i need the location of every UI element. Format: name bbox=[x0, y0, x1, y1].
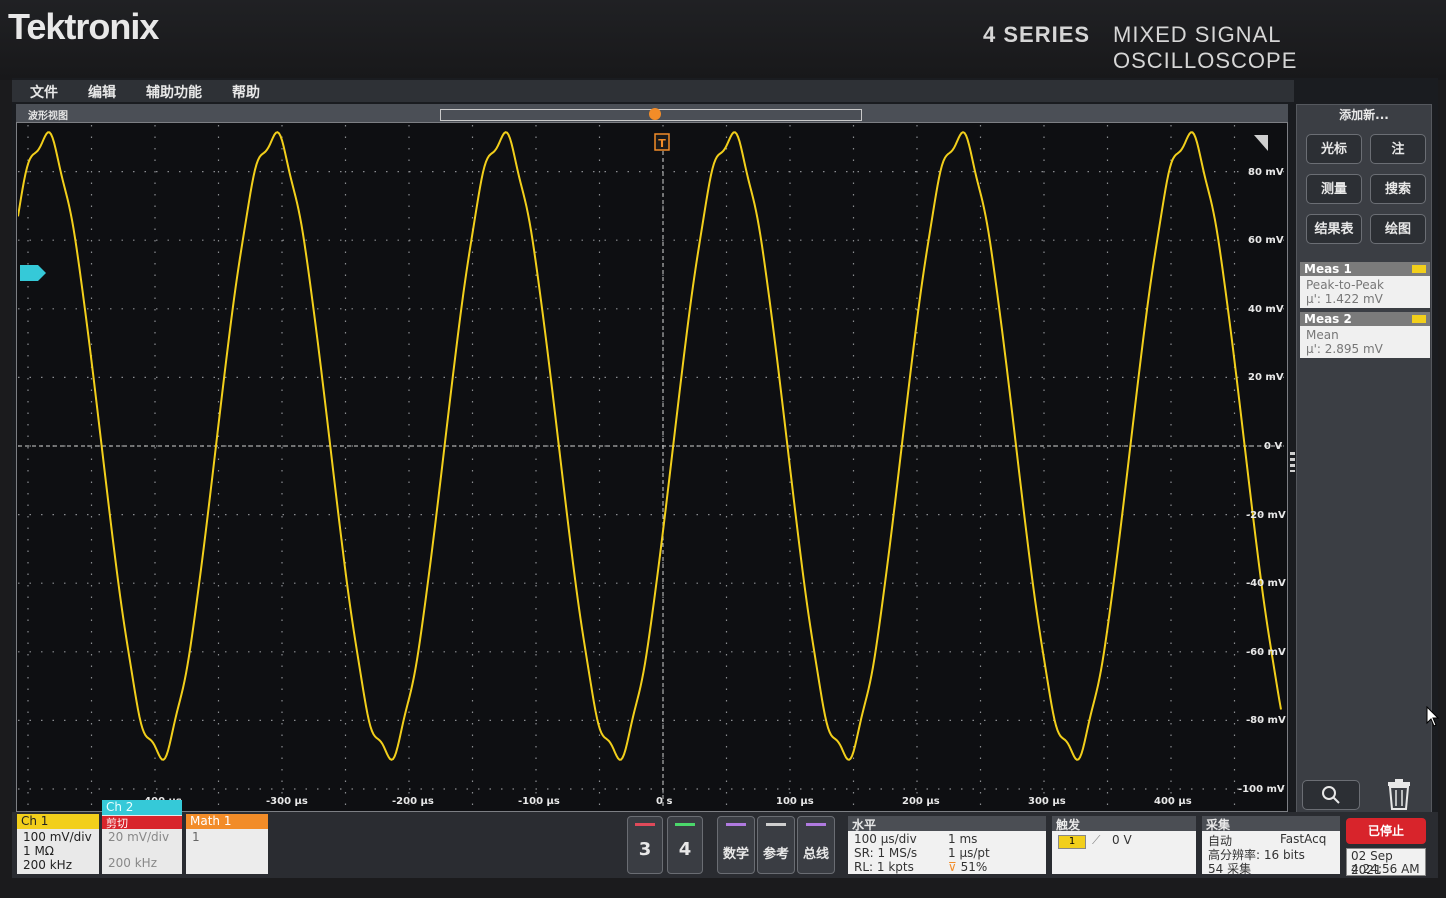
acquisition-count: 54 采集 bbox=[1208, 862, 1252, 876]
measure-button[interactable]: 测量 bbox=[1306, 174, 1362, 204]
math1-label: Math 1 bbox=[190, 814, 232, 828]
meas-1-badge[interactable]: Meas 1 Peak-to-Peak μ': 1.422 mV bbox=[1300, 262, 1430, 308]
date-time-badge[interactable]: 02 Sep 2021 4:24:56 AM bbox=[1346, 848, 1426, 877]
acquisition-badge[interactable]: 采集 自动 FastAcq 高分辨率: 16 bits 54 采集 bbox=[1202, 816, 1340, 876]
math1-badge[interactable]: Math 1 1 bbox=[186, 814, 268, 874]
trigger-position-icon bbox=[649, 108, 661, 120]
x-label-m200: -200 µs bbox=[392, 796, 434, 807]
graticule bbox=[18, 125, 1284, 809]
zoom-corner-icon[interactable] bbox=[1254, 135, 1268, 151]
ch4-button[interactable]: 4 bbox=[667, 816, 703, 874]
ch2-clipping-strip: 剪切 bbox=[102, 816, 182, 830]
horizontal-sample-rate: SR: 1 MS/s bbox=[854, 846, 918, 860]
horizontal-scale: 100 µs/div bbox=[854, 832, 917, 846]
menu-bar bbox=[12, 80, 1294, 102]
time: 4:24:56 AM bbox=[1351, 862, 1420, 876]
ch1-bandwidth: 200 kHz bbox=[23, 858, 72, 872]
meas-1-name: Meas 1 bbox=[1304, 262, 1352, 276]
trigger-level: 0 V bbox=[1112, 833, 1132, 847]
meas-2-type: Mean bbox=[1306, 328, 1339, 342]
ch1-label: Ch 1 bbox=[21, 814, 49, 828]
horizontal-time-per-point: 1 µs/pt bbox=[948, 846, 990, 860]
horizontal-position: ⊽ 51% bbox=[948, 860, 988, 874]
meas-1-type: Peak-to-Peak bbox=[1306, 278, 1384, 292]
brand-logo: Tektronix bbox=[8, 6, 159, 47]
product-label: MIXED SIGNAL OSCILLOSCOPE bbox=[1113, 22, 1298, 73]
acquisition-fastacq: FastAcq bbox=[1280, 832, 1327, 846]
ch2-status: 剪切 bbox=[106, 817, 128, 830]
trash-button[interactable] bbox=[1382, 778, 1416, 812]
results-table-button[interactable]: 结果表 bbox=[1306, 214, 1362, 244]
plot-button[interactable]: 绘图 bbox=[1370, 214, 1426, 244]
menu-file[interactable]: 文件 bbox=[30, 82, 58, 102]
menu-edit[interactable]: 编辑 bbox=[88, 82, 116, 102]
x-label-m100: -100 µs bbox=[518, 796, 560, 807]
menu-utility[interactable]: 辅助功能 bbox=[146, 82, 202, 102]
waveform-plot[interactable]: T bbox=[18, 125, 1284, 809]
meas-1-color-swatch bbox=[1412, 265, 1426, 273]
trash-icon bbox=[1388, 779, 1410, 810]
panel-resize-handle-icon[interactable] bbox=[1290, 452, 1295, 472]
bus-button[interactable]: 总线 bbox=[797, 816, 835, 874]
meas-2-name: Meas 2 bbox=[1304, 312, 1352, 326]
ch2-scale: 20 mV/div bbox=[108, 830, 170, 844]
y-label-20: 20 mV bbox=[1248, 372, 1284, 383]
mouse-cursor-icon bbox=[1426, 705, 1440, 732]
x-label-100: 100 µs bbox=[776, 796, 814, 807]
math-button[interactable]: 数学 bbox=[717, 816, 755, 874]
trigger-source: 1 bbox=[1058, 835, 1086, 849]
y-label-m60: -60 mV bbox=[1246, 647, 1286, 658]
ch1-impedance: 1 MΩ bbox=[23, 844, 54, 858]
horizontal-title: 水平 bbox=[852, 818, 877, 832]
results-panel bbox=[1296, 104, 1432, 822]
note-button[interactable]: 注 bbox=[1370, 134, 1426, 164]
zoom-magnifier-icon bbox=[1322, 786, 1340, 804]
y-label-80: 80 mV bbox=[1248, 167, 1284, 178]
trigger-t-icon[interactable]: T bbox=[654, 133, 670, 151]
y-label-60: 60 mV bbox=[1248, 235, 1284, 246]
add-new-title: 添加新... bbox=[1339, 108, 1389, 122]
x-label-200: 200 µs bbox=[902, 796, 940, 807]
y-label-m80: -80 mV bbox=[1246, 715, 1286, 726]
menu-help[interactable]: 帮助 bbox=[232, 82, 260, 102]
x-label-300: 300 µs bbox=[1028, 796, 1066, 807]
ch3-button[interactable]: 3 bbox=[627, 816, 663, 874]
horizontal-badge[interactable]: 水平 100 µs/div 1 ms SR: 1 MS/s 1 µs/pt RL… bbox=[848, 816, 1046, 874]
math1-value: 1 bbox=[192, 830, 200, 844]
y-label-40: 40 mV bbox=[1248, 304, 1284, 315]
trigger-title: 触发 bbox=[1056, 818, 1081, 832]
x-label-400: 400 µs bbox=[1154, 796, 1192, 807]
y-label-m100: -100 mV bbox=[1238, 784, 1285, 795]
meas-1-value: μ': 1.422 mV bbox=[1306, 292, 1383, 306]
acquisition-title: 采集 bbox=[1206, 818, 1231, 832]
position-marker-icon: ⊽ bbox=[948, 860, 957, 874]
search-button[interactable]: 搜索 bbox=[1370, 174, 1426, 204]
trigger-slope-icon: ⟋ bbox=[1092, 833, 1101, 847]
y-label-m20: -20 mV bbox=[1246, 510, 1286, 521]
trigger-badge[interactable]: 触发 1 ⟋ 0 V bbox=[1052, 816, 1196, 874]
ref-button[interactable]: 参考 bbox=[757, 816, 795, 874]
run-stop-button[interactable]: 已停止 bbox=[1346, 818, 1426, 844]
ch2-label: Ch 2 bbox=[106, 800, 134, 814]
ch2-offset-marker-icon[interactable] bbox=[20, 265, 46, 281]
meas-2-color-swatch bbox=[1412, 315, 1426, 323]
ch2-badge[interactable]: Ch 2 剪切 20 mV/div 200 kHz bbox=[102, 800, 182, 874]
meas-2-badge[interactable]: Meas 2 Mean μ': 2.895 mV bbox=[1300, 312, 1430, 358]
ch2-bandwidth: 200 kHz bbox=[108, 856, 157, 870]
zoom-search-button[interactable] bbox=[1302, 780, 1360, 810]
horizontal-record-length: RL: 1 kpts bbox=[854, 860, 914, 874]
trigger-t-label: T bbox=[658, 137, 666, 150]
meas-2-value: μ': 2.895 mV bbox=[1306, 342, 1383, 356]
series-label: 4 SERIES bbox=[983, 22, 1091, 47]
waveform-view-title: 波形视图 bbox=[28, 111, 68, 122]
y-label-0: 0 V bbox=[1264, 441, 1283, 452]
ch1-badge[interactable]: Ch 1 100 mV/div 1 MΩ 200 kHz bbox=[17, 814, 99, 874]
x-label-m300: -300 µs bbox=[266, 796, 308, 807]
ch1-scale: 100 mV/div bbox=[23, 830, 92, 844]
horizontal-duration: 1 ms bbox=[948, 832, 978, 846]
cursors-button[interactable]: 光标 bbox=[1306, 134, 1362, 164]
x-label-0: 0 s bbox=[656, 796, 673, 807]
y-label-m40: -40 mV bbox=[1246, 578, 1286, 589]
